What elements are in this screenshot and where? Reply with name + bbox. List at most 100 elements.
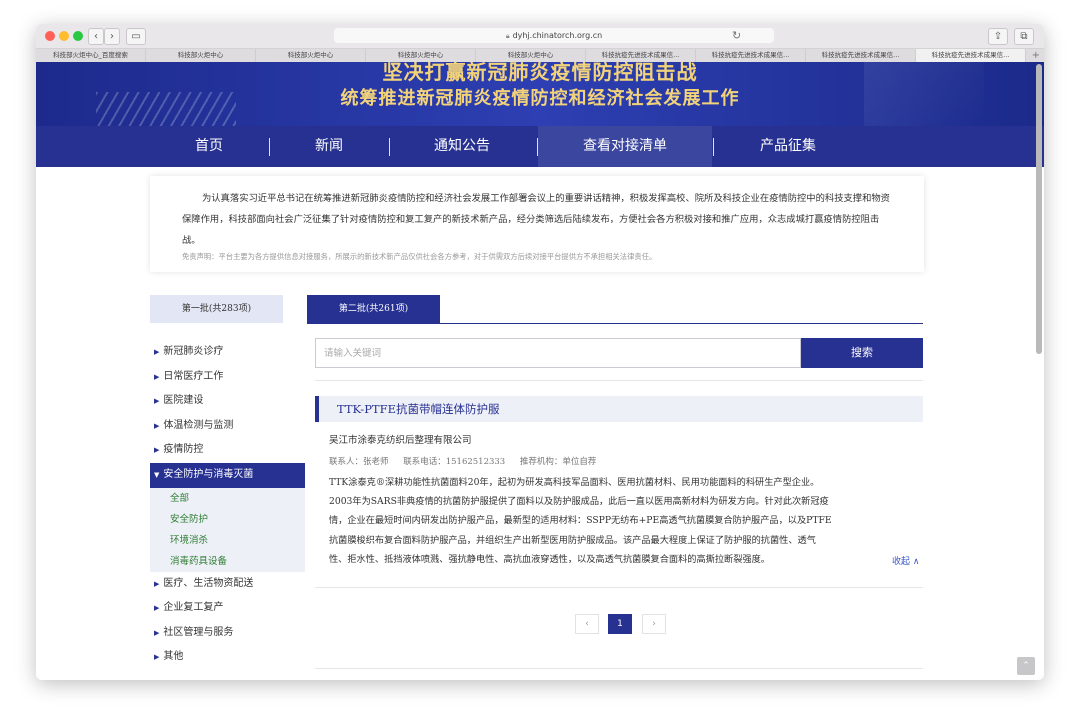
share-icon[interactable]: ⇪ xyxy=(988,28,1008,45)
product-title[interactable]: TTK-PTFE抗菌带帽连体防护服 xyxy=(337,396,499,422)
caret-right-icon: ▶ xyxy=(154,397,160,406)
zoom-window-button[interactable] xyxy=(73,31,83,41)
show-tabs-icon[interactable]: ⧉ xyxy=(1014,28,1034,45)
banner-slogan-2: 统筹推进新冠肺炎疫情防控和经济社会发展工作 xyxy=(340,88,740,109)
caret-right-icon: ▶ xyxy=(154,653,160,662)
batch-tab-underline xyxy=(307,323,923,324)
browser-tab[interactable]: 科技部火炬中心 xyxy=(366,49,476,62)
nav-separator xyxy=(537,138,538,156)
banner-slogan-1: 坚决打赢新冠肺炎疫情防控阻击战 xyxy=(382,62,698,84)
next-page-button[interactable]: › xyxy=(642,614,666,634)
category-item[interactable]: ▶ 新冠肺炎诊疗 xyxy=(150,340,305,365)
browser-tab[interactable]: 科技抗疫先进技术成果信... xyxy=(696,49,806,62)
category-item[interactable]: ▶ 疫情防控 xyxy=(150,438,305,463)
caret-right-icon: ▶ xyxy=(154,348,160,356)
browser-tab-active[interactable]: 科技抗疫先进技术成果信... xyxy=(916,49,1026,62)
nav-separator xyxy=(389,138,390,156)
product-contact: 联系人：张老师 xyxy=(329,457,389,467)
caret-right-icon: ▶ xyxy=(154,579,160,588)
subcategory-item[interactable]: 全部 xyxy=(150,488,305,509)
category-label: 日常医疗工作 xyxy=(163,370,224,382)
category-item[interactable]: ▶ 体温检测与监测 xyxy=(150,414,305,439)
nav-separator xyxy=(269,138,270,156)
divider xyxy=(315,380,923,381)
category-label: 安全防护与消毒灭菌 xyxy=(163,468,254,480)
description-line: 情，企业在最短时间内研发出防护服产品，最新型的适用材料：SSPP无纺布+PE高透… xyxy=(329,515,832,527)
page-number-button[interactable]: 1 xyxy=(608,614,632,634)
browser-tab[interactable]: 科技抗疫先进技术成果信... xyxy=(586,49,696,62)
subcategory-list: 全部 安全防护 环境消杀 消毒药具设备 xyxy=(150,487,305,572)
disclaimer-text: 免责声明：平台主要为各方提供信息对接服务，所展示的新技术新产品仅供社会各方参考，… xyxy=(182,252,657,261)
subcategory-item[interactable]: 消毒药具设备 xyxy=(150,551,305,572)
divider xyxy=(315,668,923,669)
description-line: 性、拒水性、抵挡液体喷溅、强抗静电性、高抗血液穿透性，以及高透气抗菌膜复合面料的… xyxy=(329,553,770,565)
category-item[interactable]: ▶ 社区管理与服务 xyxy=(150,621,305,646)
category-label: 体温检测与监测 xyxy=(163,419,234,431)
product-description: TTK涂泰克®深耕功能性抗菌面料20年，起初为研发高科技军品面料、医用抗菌材料、… xyxy=(329,473,885,569)
address-url: dyhj.chinatorch.org.cn xyxy=(512,31,603,40)
main-nav: 首页 新闻 通知公告 查看对接清单 产品征集 xyxy=(36,126,1044,167)
category-label: 社区管理与服务 xyxy=(163,626,234,638)
category-label: 企业复工复产 xyxy=(163,602,224,614)
tab-second-batch[interactable]: 第二批(共261项) xyxy=(307,295,440,323)
intro-box: 为认真落实习近平总书记在统筹推进新冠肺炎疫情防控和经济社会发展工作部署会议上的重… xyxy=(150,176,924,272)
browser-toolbar: ‹ › ▭ 🔒︎ dyhj.chinatorch.org.cn ↻ ⇪ ⧉ xyxy=(36,24,1044,49)
product-company: 吴江市涂泰克纺织后整理有限公司 xyxy=(329,435,472,446)
reload-icon[interactable]: ↻ xyxy=(732,28,741,43)
divider xyxy=(315,587,923,588)
back-icon[interactable]: ‹ xyxy=(88,28,104,45)
nav-home[interactable]: 首页 xyxy=(166,126,252,167)
category-item-active[interactable]: ▼ 安全防护与消毒灭菌 xyxy=(150,462,305,488)
browser-tab[interactable]: 科技部火炬中心_百度搜索 xyxy=(36,49,146,62)
product-title-bar[interactable]: TTK-PTFE抗菌带帽连体防护服 xyxy=(315,396,923,422)
caret-right-icon: ▶ xyxy=(154,628,160,637)
nav-news[interactable]: 新闻 xyxy=(286,126,372,167)
minimize-window-button[interactable] xyxy=(59,31,69,41)
scrollbar-thumb[interactable] xyxy=(1036,64,1042,354)
category-item[interactable]: ▶ 日常医疗工作 xyxy=(150,365,305,390)
category-sidebar: ▶ 新冠肺炎诊疗 ▶ 日常医疗工作 ▶ 医院建设 ▶ 体温检测与监测 ▶ 疫情防控 ▼ 安全… xyxy=(150,340,305,670)
tab-first-batch[interactable]: 第一批(共283项) xyxy=(150,295,283,323)
header-banner: 坚决打赢新冠肺炎疫情防控阻击战 统筹推进新冠肺炎疫情防控和经济社会发展工作 xyxy=(36,62,1044,126)
close-window-button[interactable] xyxy=(45,31,55,41)
nav-view-list[interactable]: 查看对接清单 xyxy=(538,126,712,167)
subcategory-item[interactable]: 安全防护 xyxy=(150,509,305,530)
caret-down-icon: ▼ xyxy=(154,470,160,479)
category-item[interactable]: ▶ 企业复工复产 xyxy=(150,596,305,621)
category-label: 新冠肺炎诊疗 xyxy=(163,346,224,357)
intro-text: 为认真落实习近平总书记在统筹推进新冠肺炎疫情防控和经济社会发展工作部署会议上的重… xyxy=(182,193,890,246)
caret-right-icon: ▶ xyxy=(154,372,160,381)
nav-product-collection[interactable]: 产品征集 xyxy=(736,126,840,167)
collapse-button[interactable]: 收起 ∧ xyxy=(892,554,919,567)
browser-tab[interactable]: 科技部火炬中心 xyxy=(256,49,366,62)
product-phone: 联系电话：15162512333 xyxy=(403,457,506,467)
description-line: TTK涂泰克®深耕功能性抗菌面料20年，起初为研发高科技军品面料、医用抗菌材料、… xyxy=(329,477,820,488)
browser-tab[interactable]: 科技部火炬中心 xyxy=(476,49,586,62)
caret-right-icon: ▶ xyxy=(154,446,160,455)
search-button[interactable]: 搜索 xyxy=(801,338,923,368)
caret-right-icon: ▶ xyxy=(154,421,160,430)
search-input[interactable] xyxy=(315,338,801,368)
nav-separator xyxy=(713,138,714,156)
caret-right-icon: ▶ xyxy=(154,604,160,613)
category-item[interactable]: ▶ 其他 xyxy=(150,645,305,670)
product-meta: 联系人：张老师 联系电话：15162512333 推荐机构：单位自荐 xyxy=(329,455,608,467)
prev-page-button[interactable]: ‹ xyxy=(575,614,599,634)
new-tab-icon[interactable]: + xyxy=(1032,49,1040,62)
browser-tab-bar: 科技部火炬中心_百度搜索 科技部火炬中心 科技部火炬中心 科技部火炬中心 科技部… xyxy=(36,49,1044,63)
forward-icon[interactable]: › xyxy=(104,28,120,45)
category-label: 医院建设 xyxy=(163,395,204,407)
browser-tab[interactable]: 科技部火炬中心 xyxy=(146,49,256,62)
lock-icon: 🔒︎ xyxy=(505,32,510,40)
browser-window: ‹ › ▭ 🔒︎ dyhj.chinatorch.org.cn ↻ ⇪ ⧉ 科技部… xyxy=(36,24,1044,680)
browser-tab[interactable]: 科技抗疫先进技术成果信... xyxy=(806,49,916,62)
sidebar-toggle-icon[interactable]: ▭ xyxy=(126,28,146,45)
category-item[interactable]: ▶ 医疗、生活物资配送 xyxy=(150,572,305,597)
category-label: 医疗、生活物资配送 xyxy=(163,577,254,589)
address-bar[interactable]: 🔒︎ dyhj.chinatorch.org.cn xyxy=(334,28,774,43)
category-label: 疫情防控 xyxy=(163,444,204,456)
back-to-top-icon[interactable]: ⌃ xyxy=(1017,657,1035,675)
nav-notices[interactable]: 通知公告 xyxy=(406,126,518,167)
category-item[interactable]: ▶ 医院建设 xyxy=(150,389,305,414)
subcategory-item[interactable]: 环境消杀 xyxy=(150,530,305,551)
